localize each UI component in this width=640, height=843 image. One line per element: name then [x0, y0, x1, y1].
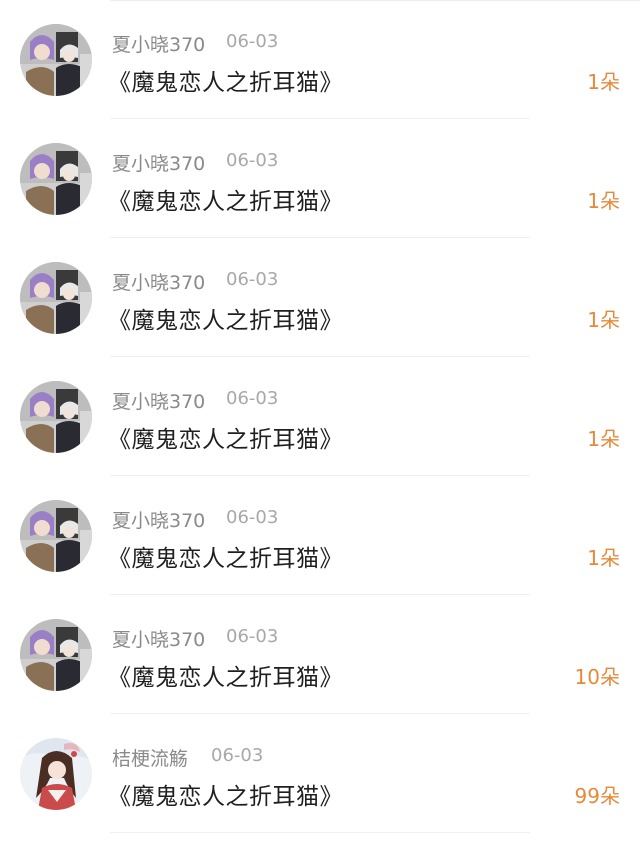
- book-title[interactable]: 《魔鬼恋人之折耳猫》: [108, 301, 343, 335]
- gift-amount: 1朵: [587, 189, 620, 213]
- gift-amount: 10朵: [574, 665, 620, 689]
- user-name[interactable]: 夏小晓370: [112, 625, 205, 652]
- gift-amount: 1朵: [587, 308, 620, 332]
- avatar[interactable]: [20, 24, 92, 96]
- book-title[interactable]: 《魔鬼恋人之折耳猫》: [108, 539, 343, 573]
- anime-characters-avatar-icon: [20, 262, 92, 334]
- gift-amount: 1朵: [587, 70, 620, 94]
- book-title[interactable]: 《魔鬼恋人之折耳猫》: [108, 777, 343, 811]
- gift-date: 06-03: [211, 745, 264, 766]
- list-item[interactable]: 夏小晓370 06-03 《魔鬼恋人之折耳猫》 1朵: [0, 238, 640, 357]
- user-name[interactable]: 桔梗流觞: [112, 744, 188, 771]
- gift-date: 06-03: [226, 31, 279, 52]
- gift-date: 06-03: [226, 388, 279, 409]
- avatar[interactable]: [20, 381, 92, 453]
- gift-date: 06-03: [226, 626, 279, 647]
- user-name[interactable]: 夏小晓370: [112, 149, 205, 176]
- row-divider: [110, 832, 530, 833]
- book-title[interactable]: 《魔鬼恋人之折耳猫》: [108, 658, 343, 692]
- book-title[interactable]: 《魔鬼恋人之折耳猫》: [108, 420, 343, 454]
- avatar[interactable]: [20, 500, 92, 572]
- list-item[interactable]: 夏小晓370 06-03 《魔鬼恋人之折耳猫》 1朵: [0, 0, 640, 119]
- avatar[interactable]: [20, 262, 92, 334]
- anime-characters-avatar-icon: [20, 619, 92, 691]
- gift-amount: 1朵: [587, 546, 620, 570]
- anime-characters-avatar-icon: [20, 143, 92, 215]
- anime-characters-avatar-icon: [20, 381, 92, 453]
- user-name[interactable]: 夏小晓370: [112, 387, 205, 414]
- anime-characters-avatar-icon: [20, 24, 92, 96]
- anime-girl-avatar-icon: [20, 738, 92, 810]
- user-name[interactable]: 夏小晓370: [112, 30, 205, 57]
- anime-characters-avatar-icon: [20, 500, 92, 572]
- list-item[interactable]: 夏小晓370 06-03 《魔鬼恋人之折耳猫》 10朵: [0, 595, 640, 714]
- list-item[interactable]: 桔梗流觞 06-03 《魔鬼恋人之折耳猫》 99朵: [0, 714, 640, 833]
- gift-amount: 1朵: [587, 427, 620, 451]
- book-title[interactable]: 《魔鬼恋人之折耳猫》: [108, 182, 343, 216]
- list-item[interactable]: 夏小晓370 06-03 《魔鬼恋人之折耳猫》 1朵: [0, 476, 640, 595]
- gift-date: 06-03: [226, 269, 279, 290]
- avatar[interactable]: [20, 143, 92, 215]
- gift-amount: 99朵: [574, 784, 620, 808]
- book-title[interactable]: 《魔鬼恋人之折耳猫》: [108, 63, 343, 97]
- user-name[interactable]: 夏小晓370: [112, 268, 205, 295]
- avatar[interactable]: [20, 619, 92, 691]
- list-item[interactable]: 夏小晓370 06-03 《魔鬼恋人之折耳猫》 1朵: [0, 357, 640, 476]
- user-name[interactable]: 夏小晓370: [112, 506, 205, 533]
- gift-date: 06-03: [226, 150, 279, 171]
- gift-date: 06-03: [226, 507, 279, 528]
- avatar[interactable]: [20, 738, 92, 810]
- list-item[interactable]: 夏小晓370 06-03 《魔鬼恋人之折耳猫》 1朵: [0, 119, 640, 238]
